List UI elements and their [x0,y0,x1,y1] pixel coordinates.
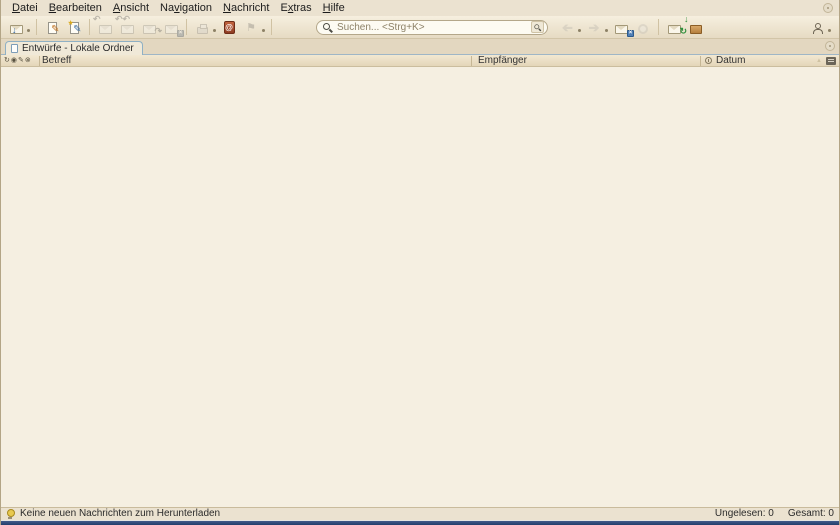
column-header-date[interactable]: Datum ▲ [701,54,839,66]
menu-datei[interactable]: Datei [7,1,44,15]
forward-button[interactable]: ↷ [138,17,162,37]
clock-icon [705,57,712,64]
edit-icon: ✎ [17,57,24,64]
search-field[interactable]: Suchen... <Strg+K> [316,19,548,35]
tab-bar: Entwürfe - Lokale Ordner [1,39,839,55]
print-button-dropdown[interactable] [213,29,216,32]
toolbar: ↓ ✎ ★ ✎ ↶ ↶↶ ↷ × @ ⚑ Suchen... <Strg+K> ➔ ➔ × ↻ ↓ [1,15,839,39]
compose-template-icon: ★ ✎ [67,20,82,35]
menu-bearbeiten[interactable]: Bearbeiten [44,1,108,15]
toolbar-separator [658,19,659,35]
tab-label: Entwürfe - Lokale Ordner [22,43,134,54]
toolbar-separator [271,19,272,35]
toolbar-separator [36,19,37,35]
mail-app-window: Datei Bearbeiten Ansicht Navigation Nachrich… [0,0,840,525]
date-column-label: Datum [716,54,746,66]
menu-nachricht[interactable]: Nachricht [218,1,275,15]
person-icon [812,23,823,34]
print-button[interactable] [191,17,213,37]
read-icon: ◉ [10,57,17,64]
toolbar-separator [186,19,187,35]
search-placeholder: Suchen... <Strg+K> [337,21,425,33]
compose-icon: ✎ [47,22,60,35]
reply-all-button[interactable]: ↶↶ [115,15,138,37]
sync-folder-button[interactable]: ↻ [663,17,687,37]
stop-circle-icon [638,24,648,34]
toolbar-left-group: ↓ ✎ ★ ✎ ↶ ↶↶ ↷ × @ ⚑ [5,15,276,37]
tab-entwuerfe[interactable]: Entwürfe - Lokale Ordner [5,41,143,55]
arrow-left-icon: ➔ [561,20,573,35]
forward-nav-button-dropdown[interactable] [605,29,608,32]
column-config-button[interactable] [826,56,836,65]
mark-button[interactable]: ⚑ [240,17,262,37]
identity-button[interactable] [806,17,828,37]
address-book-icon: @ [223,21,235,34]
menu-ansicht[interactable]: Ansicht [108,1,155,15]
status-message: Keine neuen Nachrichten zum Herunterlade… [20,508,221,519]
forward-nav-button[interactable]: ➔ [583,17,605,37]
compose-template-button[interactable]: ★ ✎ [63,17,85,37]
status-bar: Keine neuen Nachrichten zum Herunterlade… [1,507,839,520]
menu-navigation[interactable]: Navigation [155,1,218,15]
reply-all-icon [120,25,134,34]
archive-box-icon [690,25,702,34]
stop-button[interactable] [632,17,654,37]
toolbar-right-group: ➔ ➔ × ↻ ↓ [556,15,707,37]
message-list-header: ↻ ◉ ✎ ⊗ Betreff Empfänger Datum ▲ [1,55,839,67]
folder-tab-icon [11,44,18,53]
flag-icon: ⚑ [246,22,256,34]
menu-extras[interactable]: Extras [275,1,317,15]
status-column-headers[interactable]: ↻ ◉ ✎ ⊗ [1,57,39,64]
arrow-right-icon: ➔ [588,20,600,35]
toolbar-identity-group [806,17,833,37]
reply-button[interactable]: ↶ [93,15,116,37]
trash-button[interactable]: × [160,17,184,37]
menu-hilfe[interactable]: Hilfe [318,1,351,15]
check-mail-button-dropdown[interactable] [27,29,30,32]
message-list-body[interactable] [1,67,839,507]
column-header-recipient[interactable]: Empfänger [472,54,700,66]
reply-icon [98,25,112,34]
window-bottom-edge [1,520,839,525]
junk-button[interactable]: × [610,17,634,37]
check-mail-button[interactable]: ↓ [5,17,27,37]
back-button-dropdown[interactable] [578,29,581,32]
notification-icon [6,509,15,519]
compose-button[interactable]: ✎ [41,17,63,37]
identity-button-dropdown[interactable] [828,29,831,32]
total-count: Gesamt: 0 [787,508,834,519]
back-button[interactable]: ➔ [556,17,578,37]
address-book-button[interactable]: @ [218,17,240,37]
menu-overflow-button[interactable] [823,3,833,13]
search-options-button[interactable] [531,21,544,33]
search-icon [322,22,333,33]
print-icon [196,24,208,34]
archive-button[interactable]: ↓ [684,15,707,37]
recipient-column-label: Empfänger [478,54,527,66]
tab-list-button[interactable] [825,41,835,51]
unread-count: Ungelesen: 0 [714,508,774,519]
sort-indicator-icon: ▲ [816,57,822,64]
search-small-icon [534,23,542,31]
envelope-x-icon [164,25,178,34]
replied-icon: ↻ [4,57,10,64]
subject-column-label: Betreff [42,54,72,66]
envelope-x-blue-icon [614,25,628,34]
mark-button-dropdown[interactable] [262,29,265,32]
menu-items: Datei Bearbeiten Ansicht Navigation Nachrich… [7,1,351,15]
toolbar-separator [89,19,90,35]
blocked-icon: ⊗ [24,57,31,64]
column-header-subject[interactable]: Betreff [40,54,471,66]
